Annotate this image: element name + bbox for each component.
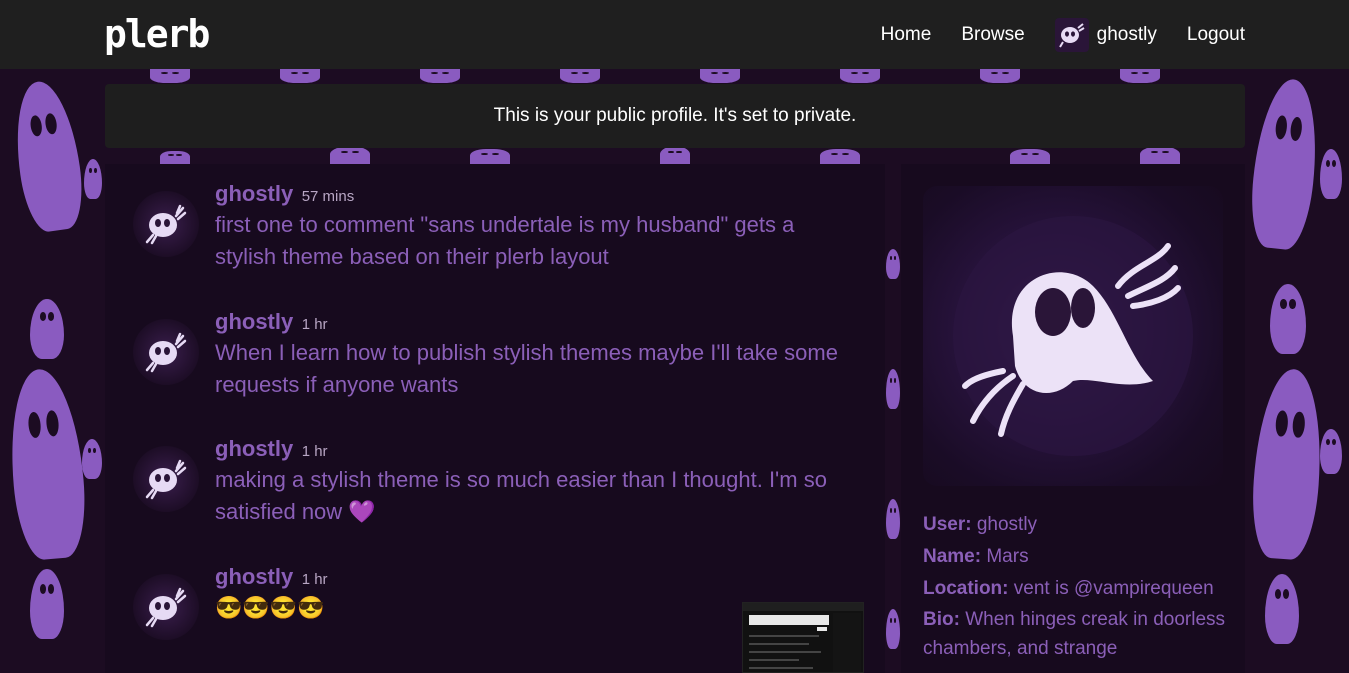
screenshot-thumbnail-image — [743, 603, 863, 672]
nav-username: ghostly — [1096, 23, 1157, 45]
ghost-icon — [1010, 149, 1050, 165]
post-username[interactable]: ghostly — [215, 309, 293, 334]
profile-name-value: Mars — [986, 546, 1029, 567]
profile-name-label: Name: — [923, 546, 982, 567]
ghost-icon — [1248, 366, 1327, 562]
ghost-icon — [30, 299, 64, 359]
profile-info: User: ghostly Name: Mars Location: vent … — [923, 509, 1233, 663]
ghost-icon — [82, 439, 102, 479]
nav-browse-link[interactable]: Browse — [961, 24, 1024, 46]
post-username[interactable]: ghostly — [215, 564, 293, 589]
profile-bio-value: When hinges creak in doorless chambers, … — [923, 609, 1226, 659]
privacy-notice: This is your public profile. It's set to… — [105, 84, 1245, 148]
post-timestamp: 57 mins — [301, 188, 355, 205]
profile-bio-row: Bio: When hinges creak in doorless chamb… — [923, 605, 1233, 663]
ghost-icon — [1120, 69, 1160, 83]
user-avatar — [1054, 17, 1089, 52]
profile-location-row: Location: vent is @vampirequeen — [923, 573, 1233, 605]
profile-user-label: User: — [923, 514, 972, 535]
ghost-icon — [30, 569, 64, 639]
ghost-icon — [1246, 76, 1324, 252]
post-text: making a stylish theme is so much easier… — [215, 467, 827, 524]
ghost-icon — [886, 499, 900, 539]
post-avatar[interactable] — [133, 574, 199, 640]
ghost-icon — [145, 204, 187, 245]
ghost-icon — [145, 587, 187, 628]
post-timestamp: 1 hr — [301, 571, 328, 588]
profile-sidebar: User: ghostly Name: Mars Location: vent … — [901, 164, 1245, 673]
ghost-icon — [84, 159, 102, 199]
profile-picture — [923, 186, 1223, 486]
ghost-icon — [3, 366, 91, 562]
posts-feed: ghostly 57 mins first one to comment "sa… — [105, 164, 885, 673]
post-body: ghostly 1 hr making a stylish theme is s… — [215, 436, 855, 528]
post-username[interactable]: ghostly — [215, 436, 293, 461]
nav-logout-link[interactable]: Logout — [1187, 24, 1245, 46]
post-timestamp: 1 hr — [301, 316, 328, 333]
profile-location-value: vent is @vampirequeen — [1013, 578, 1214, 599]
ghost-icon — [420, 69, 460, 83]
ghost-icon — [145, 459, 187, 500]
post-image-thumbnail[interactable] — [742, 602, 864, 673]
post-timestamp: 1 hr — [301, 443, 328, 460]
ghost-icon — [820, 149, 860, 165]
ghost-icon — [1058, 22, 1085, 48]
site-logo[interactable]: plerb — [104, 12, 210, 56]
profile-name-row: Name: Mars — [923, 541, 1233, 573]
ghost-icon — [150, 69, 190, 83]
ghost-icon — [1270, 284, 1306, 354]
ghost-icon — [1265, 574, 1299, 644]
ghost-icon — [980, 69, 1020, 83]
ghost-icon — [953, 216, 1193, 456]
profile-location-label: Location: — [923, 578, 1009, 599]
ghost-icon — [886, 249, 900, 279]
ghost-icon — [660, 147, 690, 165]
ghost-icon — [145, 332, 187, 373]
nav-home-link[interactable]: Home — [881, 24, 932, 46]
profile-user-value: ghostly — [976, 514, 1038, 535]
ghost-icon — [700, 69, 740, 83]
ghost-icon — [7, 77, 89, 235]
ghost-icon — [886, 369, 900, 409]
post-text: When I learn how to publish stylish them… — [215, 340, 838, 397]
post-username[interactable]: ghostly — [215, 181, 293, 206]
ghost-icon — [840, 69, 880, 83]
post-avatar[interactable] — [133, 319, 199, 385]
privacy-notice-text: This is your public profile. It's set to… — [493, 105, 857, 126]
ghost-icon — [330, 147, 370, 165]
top-navbar: plerb Home Browse ghostly Logout — [0, 0, 1349, 69]
ghost-icon — [560, 69, 600, 83]
post-avatar[interactable] — [133, 446, 199, 512]
nav-profile-link[interactable]: ghostly — [1054, 17, 1157, 52]
ghost-icon — [1320, 429, 1342, 474]
ghost-icon — [470, 149, 510, 165]
post-avatar[interactable] — [133, 191, 199, 257]
ghost-icon — [886, 609, 900, 649]
ghost-icon — [280, 69, 320, 83]
post-body: ghostly 57 mins first one to comment "sa… — [215, 181, 855, 273]
post-text: first one to comment "sans undertale is … — [215, 212, 795, 269]
profile-user-row: User: ghostly — [923, 509, 1233, 541]
post-body: ghostly 1 hr When I learn how to publish… — [215, 309, 855, 401]
ghost-icon — [1140, 147, 1180, 165]
ghost-icon — [160, 151, 190, 165]
profile-bio-label: Bio: — [923, 609, 960, 630]
nav-menu: Home Browse ghostly Logout — [851, 0, 1245, 69]
ghost-icon — [1320, 149, 1342, 199]
